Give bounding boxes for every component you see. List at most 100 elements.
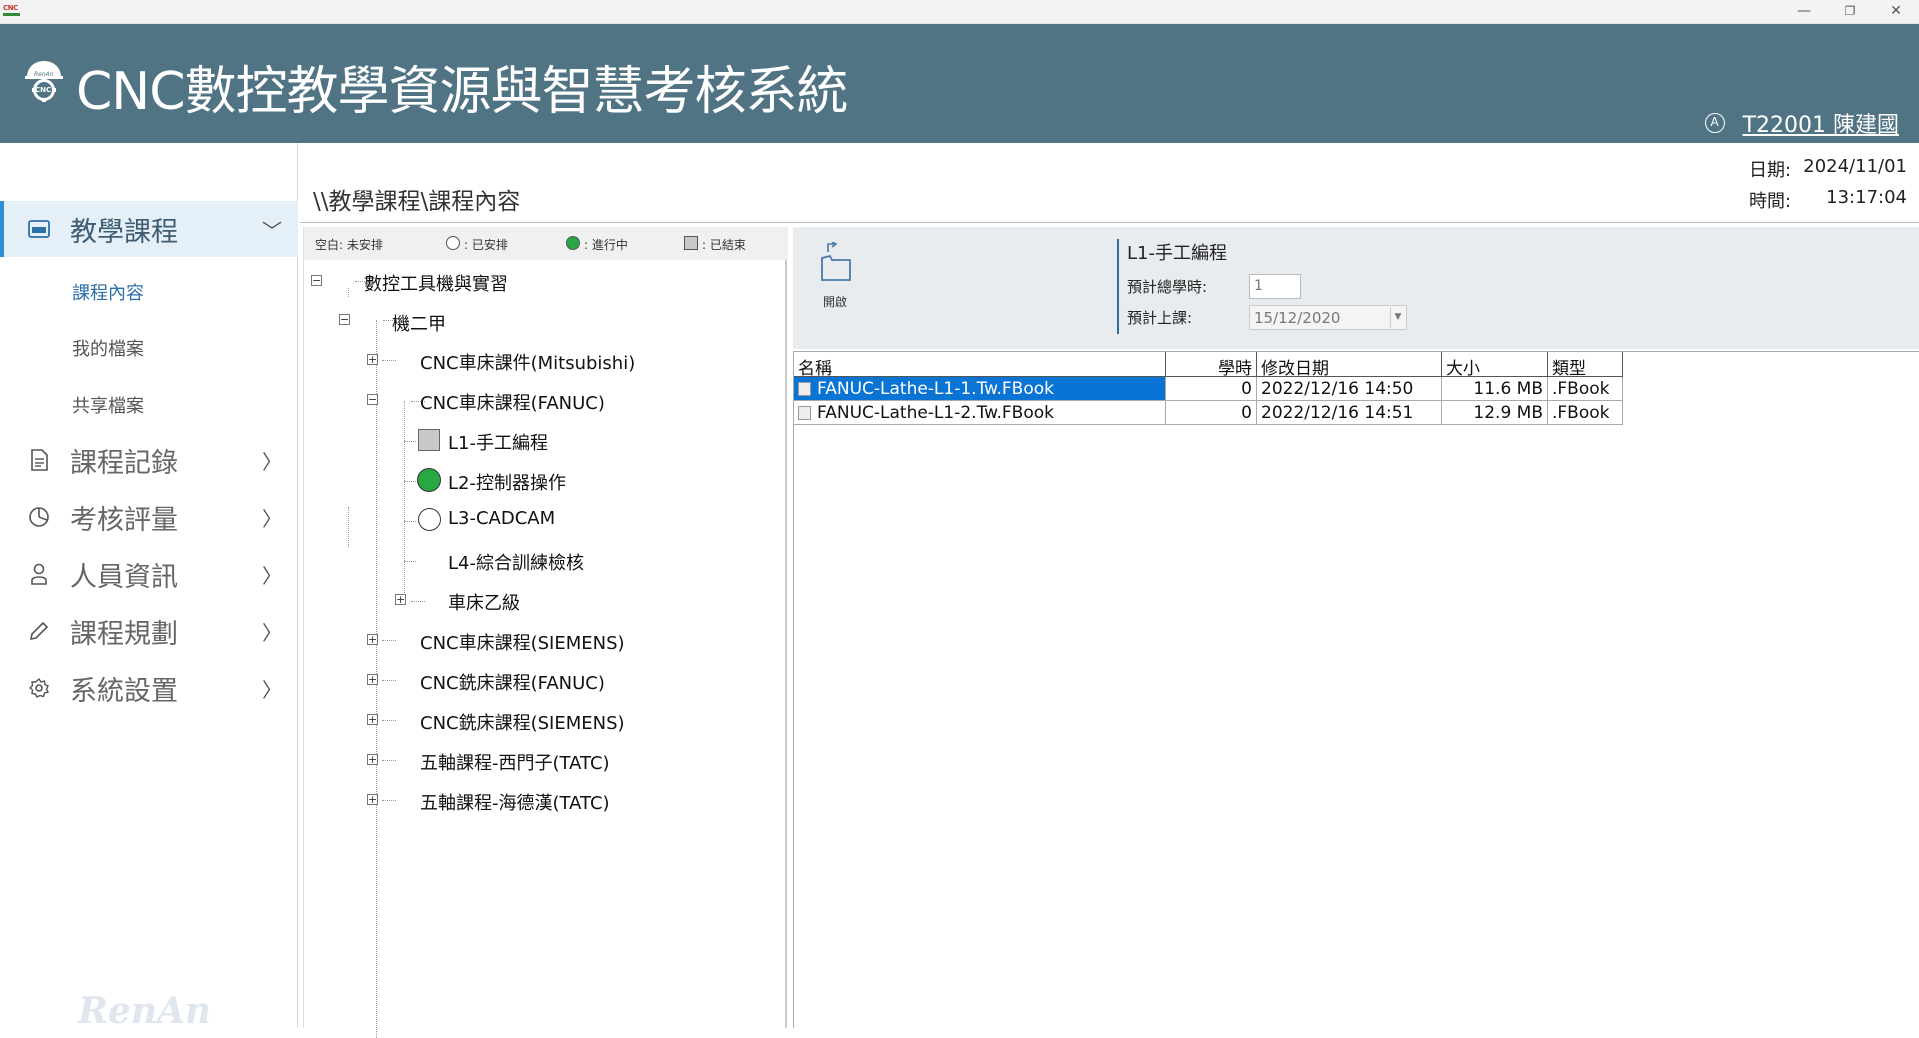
collapse-toggle[interactable]: −: [311, 275, 322, 286]
expand-toggle[interactable]: +: [367, 714, 378, 725]
tree-node-lesson[interactable]: L4-綜合訓練檢核: [448, 549, 584, 575]
open-button-label: 開啟: [822, 295, 847, 309]
tree-connector: [411, 601, 425, 602]
col-header-hours[interactable]: 學時: [1166, 352, 1257, 379]
tree-connector: [382, 760, 396, 761]
tree-connector: [382, 360, 396, 361]
tree-connector: [382, 680, 396, 681]
start-date-picker[interactable]: 15/12/2020 ▼: [1249, 305, 1407, 330]
legend-in-progress: : 進行中: [584, 238, 628, 252]
tree-node-course[interactable]: CNC車床課程(FANUC): [420, 389, 605, 415]
subnav-my-files[interactable]: 我的檔案: [72, 335, 144, 361]
col-header-name[interactable]: 名稱: [794, 352, 1166, 379]
tree-node-lesson[interactable]: 車床乙級: [448, 589, 520, 615]
tree-connector: [348, 507, 349, 547]
col-header-type[interactable]: 類型: [1548, 352, 1623, 379]
sidebar: 教學課程 ﹀ 課程內容 我的檔案 共享檔案 課程記錄 〉 考核評量 〉 人員資訊…: [0, 143, 298, 1032]
nav-item-teaching-courses[interactable]: 教學課程 ﹀: [0, 201, 298, 257]
course-tree-panel: 空白: 未安排 : 已安排 : 進行中 : 已結束 − 數控工具機與實習 − 機…: [303, 227, 788, 1038]
chevron-right-icon: 〉: [262, 677, 282, 702]
nav-item-assessment[interactable]: 考核評量 〉: [0, 489, 298, 545]
nav-item-course-planning[interactable]: 課程規劃 〉: [0, 603, 298, 659]
expand-toggle[interactable]: +: [367, 794, 378, 805]
date-label: 日期:: [1749, 160, 1792, 181]
logo-text: CNC: [35, 86, 52, 94]
file-name-cell[interactable]: FANUC-Lathe-L1-2.Tw.FBook: [794, 401, 1166, 425]
chevron-right-icon: 〉: [262, 563, 282, 588]
tree-node-lesson[interactable]: L1-手工編程: [448, 429, 548, 455]
total-hours-field[interactable]: 1: [1249, 274, 1301, 299]
tree-node-course[interactable]: CNC車床課程(SIEMENS): [420, 629, 625, 655]
course-toolbar: 開啟 L1-手工編程 預計總學時: 1 預計上課: 15/12/2020 ▼: [793, 227, 1919, 349]
collapse-toggle[interactable]: −: [339, 314, 350, 325]
expand-toggle[interactable]: +: [395, 594, 406, 605]
collapse-toggle[interactable]: −: [367, 394, 378, 405]
subnav-course-content[interactable]: 課程內容: [72, 279, 144, 305]
type-cell[interactable]: .FBook: [1548, 401, 1623, 425]
legend-unscheduled: 空白: 未安排: [315, 238, 383, 252]
modified-cell[interactable]: 2022/12/16 14:50: [1257, 377, 1442, 401]
user-icon: A: [1704, 113, 1725, 133]
course-info: L1-手工編程 預計總學時: 1 預計上課: 15/12/2020 ▼: [1117, 239, 1407, 334]
tree-node-lesson[interactable]: L2-控制器操作: [448, 469, 566, 495]
tree-node-course[interactable]: CNC車床課件(Mitsubishi): [420, 349, 635, 375]
user-area[interactable]: A T22001 陳建國: [1704, 107, 1899, 139]
status-legend: 空白: 未安排 : 已安排 : 進行中 : 已結束: [304, 227, 788, 260]
hours-label: 預計總學時:: [1127, 278, 1208, 296]
tree-node-lesson[interactable]: L3-CADCAM: [448, 508, 555, 529]
app-title: CNC數控教學資源與智慧考核系統: [76, 62, 849, 122]
chevron-right-icon: 〉: [262, 620, 282, 645]
size-cell[interactable]: 11.6 MB: [1442, 377, 1548, 401]
col-header-modified[interactable]: 修改日期: [1257, 352, 1442, 379]
chevron-right-icon: 〉: [262, 449, 282, 474]
tree-node-class[interactable]: 機二甲: [392, 310, 446, 336]
tree-node-course[interactable]: 五軸課程-西門子(TATC): [420, 749, 610, 775]
finished-square-icon: [684, 236, 698, 250]
open-button[interactable]: 開啟: [807, 242, 863, 309]
col-header-size[interactable]: 大小: [1442, 352, 1548, 379]
expand-toggle[interactable]: +: [367, 754, 378, 765]
document-icon: [28, 449, 50, 471]
nav-label: 課程記錄: [70, 447, 178, 479]
nav-label: 教學課程: [70, 216, 178, 248]
minimize-button[interactable]: —: [1781, 0, 1827, 24]
size-cell[interactable]: 12.9 MB: [1442, 401, 1548, 425]
restore-button[interactable]: ❐: [1827, 0, 1873, 24]
chevron-right-icon: 〉: [262, 506, 282, 531]
course-title: L1-手工編程: [1127, 243, 1227, 264]
person-icon: [28, 563, 50, 585]
type-cell[interactable]: .FBook: [1548, 377, 1623, 401]
user-name-link[interactable]: T22001 陳建國: [1743, 107, 1899, 139]
date-value: 2024/11/01: [1803, 156, 1907, 177]
nav-item-course-records[interactable]: 課程記錄 〉: [0, 432, 298, 488]
tree-node-course[interactable]: CNC銑床課程(SIEMENS): [420, 709, 625, 735]
modified-cell[interactable]: 2022/12/16 14:51: [1257, 401, 1442, 425]
expand-toggle[interactable]: +: [367, 354, 378, 365]
tree-connector: [348, 288, 349, 297]
expand-toggle[interactable]: +: [367, 674, 378, 685]
hours-cell[interactable]: 0: [1166, 401, 1257, 425]
nav-item-system-settings[interactable]: 系統設置 〉: [0, 660, 298, 716]
tree-node-root[interactable]: 數控工具機與實習: [364, 270, 508, 296]
logo-subtext: RenAn: [34, 71, 54, 78]
tree-connector: [404, 401, 405, 601]
app-icon: CNC: [3, 4, 20, 17]
expand-toggle[interactable]: +: [367, 634, 378, 645]
tree-node-course[interactable]: CNC銑床課程(FANUC): [420, 669, 605, 695]
window-titlebar: CNC — ❐ ✕: [0, 0, 1919, 24]
close-button[interactable]: ✕: [1873, 0, 1919, 24]
tree-connector: [404, 481, 416, 482]
start-date-value: 15/12/2020: [1254, 309, 1341, 327]
legend-finished: : 已結束: [702, 238, 746, 252]
pie-chart-icon: [28, 506, 50, 528]
nav-label: 系統設置: [70, 675, 178, 707]
time-label: 時間:: [1749, 191, 1792, 212]
file-name-cell[interactable]: FANUC-Lathe-L1-1.Tw.FBook: [794, 377, 1166, 401]
legend-scheduled: : 已安排: [464, 238, 508, 252]
hours-cell[interactable]: 0: [1166, 377, 1257, 401]
nav-item-personnel[interactable]: 人員資訊 〉: [0, 546, 298, 602]
tree-node-course[interactable]: 五軸課程-海德漢(TATC): [420, 789, 610, 815]
course-detail-panel: 開啟 L1-手工編程 預計總學時: 1 預計上課: 15/12/2020 ▼ 名…: [789, 227, 1919, 1028]
chevron-down-icon[interactable]: ▼: [1390, 307, 1405, 328]
subnav-shared-files[interactable]: 共享檔案: [72, 392, 144, 418]
